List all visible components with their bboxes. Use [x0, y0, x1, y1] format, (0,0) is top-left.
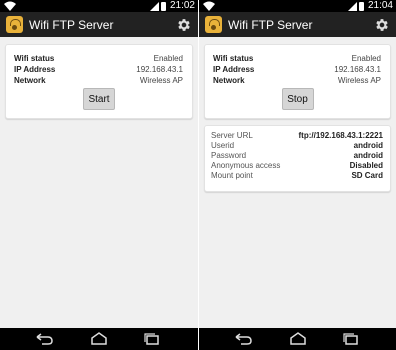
server-row-password: Password android — [211, 151, 383, 161]
info-row-ip-address: IP Address 192.168.43.1 — [14, 64, 183, 75]
action-bar: Wifi FTP Server — [0, 12, 198, 37]
app-icon[interactable] — [205, 16, 222, 33]
status-bar: 21:04 — [199, 0, 396, 12]
server-label: Server URL — [211, 131, 253, 140]
battery-icon — [358, 1, 364, 11]
server-value: android — [353, 141, 383, 150]
server-label: Userid — [211, 141, 235, 150]
info-label: IP Address — [213, 65, 255, 74]
server-value: Disabled — [349, 161, 383, 170]
phone-screen-running: 21:04 Wifi FTP Server Wifi status Enable… — [199, 0, 396, 350]
info-value: Wireless AP — [337, 76, 381, 85]
gear-icon[interactable] — [176, 17, 192, 33]
server-label: Anonymous access — [211, 161, 281, 170]
info-label: Wifi status — [14, 54, 55, 63]
server-value: ftp://192.168.43.1:2221 — [298, 131, 384, 140]
screenshot-pair: 21:02 Wifi FTP Server Wifi status Enable… — [0, 0, 396, 350]
info-value: Wireless AP — [139, 76, 183, 85]
info-value: 192.168.43.1 — [334, 65, 381, 74]
navigation-bar — [199, 328, 396, 350]
status-bar: 21:02 — [0, 0, 198, 12]
server-label: Password — [211, 151, 247, 160]
server-value: android — [353, 151, 383, 160]
info-value: Enabled — [153, 54, 183, 63]
stop-button[interactable]: Stop — [281, 88, 314, 110]
signal-icon — [347, 1, 357, 11]
info-row-wifi-status: Wifi status Enabled — [14, 53, 183, 64]
app-title: Wifi FTP Server — [228, 17, 313, 32]
recent-apps-icon[interactable] — [142, 332, 162, 346]
info-label: Network — [14, 76, 46, 85]
info-value: 192.168.43.1 — [136, 65, 183, 74]
home-icon[interactable] — [288, 332, 308, 346]
wifi-status-icon — [4, 1, 16, 11]
wifi-info-card: Wifi status Enabled IP Address 192.168.4… — [204, 44, 391, 119]
wifi-status-icon — [203, 1, 215, 11]
start-button[interactable]: Start — [83, 88, 115, 110]
clock: 21:04 — [367, 0, 393, 11]
server-row-url: Server URL ftp://192.168.43.1:2221 — [211, 131, 383, 141]
action-bar: Wifi FTP Server — [199, 12, 396, 37]
server-row-userid: Userid android — [211, 141, 383, 151]
info-row-wifi-status: Wifi status Enabled — [213, 53, 381, 64]
info-row-network: Network Wireless AP — [213, 75, 381, 86]
info-row-network: Network Wireless AP — [14, 75, 183, 86]
battery-icon — [160, 1, 166, 11]
info-label: Network — [213, 76, 245, 85]
app-title: Wifi FTP Server — [29, 17, 114, 32]
info-label: IP Address — [14, 65, 56, 74]
server-value: SD Card — [351, 171, 383, 180]
back-icon[interactable] — [34, 332, 54, 346]
clock: 21:02 — [169, 0, 195, 11]
navigation-bar — [0, 328, 198, 350]
info-value: Enabled — [351, 54, 381, 63]
app-icon[interactable] — [6, 16, 23, 33]
server-label: Mount point — [211, 171, 253, 180]
home-icon[interactable] — [89, 332, 109, 346]
server-row-anonymous-access: Anonymous access Disabled — [211, 161, 383, 171]
wifi-info-card: Wifi status Enabled IP Address 192.168.4… — [5, 44, 193, 119]
info-label: Wifi status — [213, 54, 254, 63]
server-row-mount-point: Mount point SD Card — [211, 171, 383, 181]
info-row-ip-address: IP Address 192.168.43.1 — [213, 64, 381, 75]
signal-icon — [149, 1, 159, 11]
gear-icon[interactable] — [374, 17, 390, 33]
phone-screen-stopped: 21:02 Wifi FTP Server Wifi status Enable… — [0, 0, 198, 350]
back-icon[interactable] — [233, 332, 253, 346]
recent-apps-icon[interactable] — [341, 332, 361, 346]
server-info-card: Server URL ftp://192.168.43.1:2221 Useri… — [204, 125, 391, 192]
